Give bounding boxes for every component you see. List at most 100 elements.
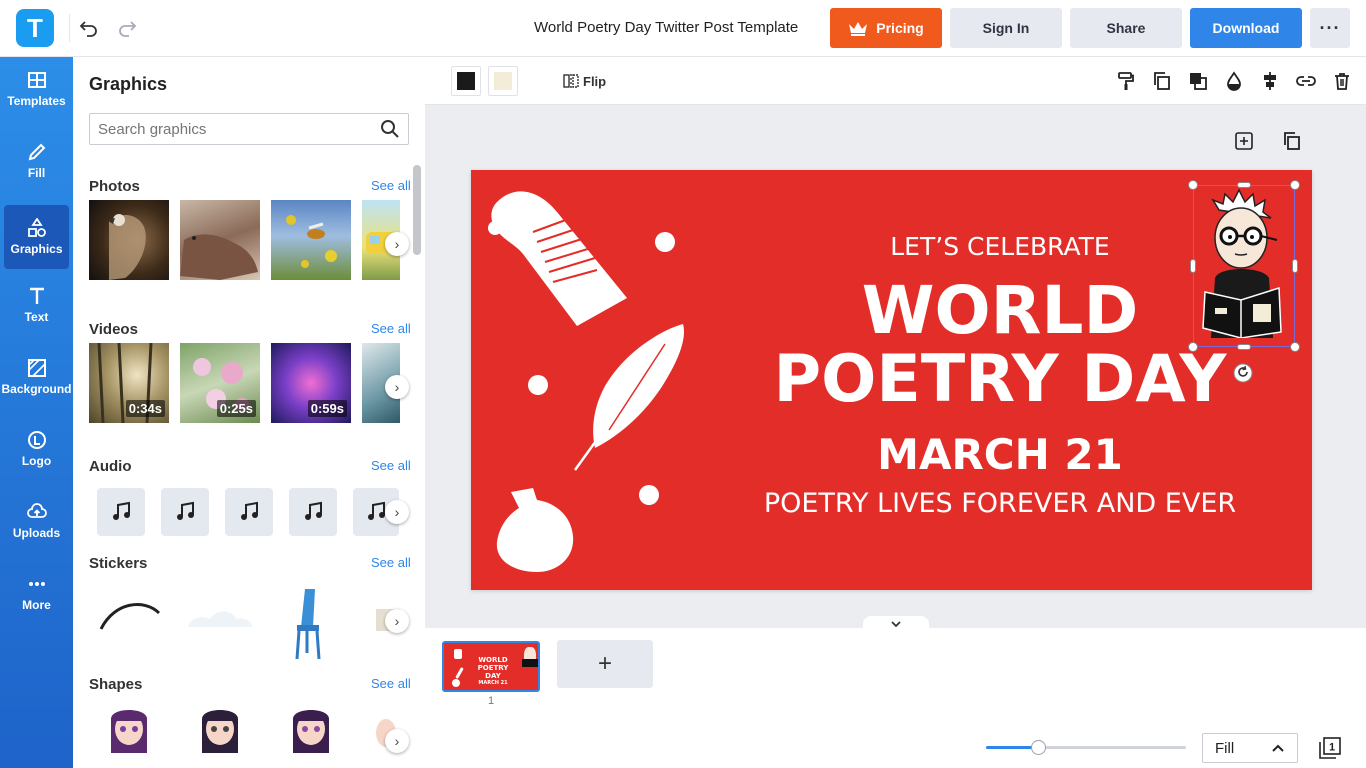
- video-duration: 0:34s: [125, 400, 165, 417]
- sticker-chair[interactable]: [271, 581, 351, 661]
- layer-order-icon[interactable]: [1188, 71, 1208, 91]
- align-icon[interactable]: [1260, 71, 1280, 91]
- trash-icon[interactable]: [1332, 71, 1352, 91]
- nav-label: Templates: [7, 94, 66, 108]
- photo-camel[interactable]: [180, 200, 260, 280]
- see-all-photos-link[interactable]: See all: [371, 178, 411, 193]
- shape-avatar-girl[interactable]: [180, 703, 260, 753]
- thumb-line: POETRY DAY: [477, 664, 509, 680]
- thumb-line: MARCH 21: [478, 680, 508, 686]
- more-options-button[interactable]: ···: [1310, 8, 1350, 48]
- flip-label: Flip: [583, 73, 607, 89]
- photo-bee-flowers[interactable]: [271, 200, 351, 280]
- panel-scrollbar[interactable]: [413, 165, 421, 255]
- nav-logo[interactable]: Logo: [4, 417, 69, 481]
- stickers-next-icon[interactable]: ›: [385, 609, 409, 633]
- audio-next-icon[interactable]: ›: [385, 500, 409, 524]
- nav-more[interactable]: More: [4, 561, 69, 625]
- chevron-up-icon: [1272, 744, 1284, 752]
- nav-uploads[interactable]: Uploads: [4, 489, 69, 553]
- paper-scroll-graphic[interactable]: [487, 188, 632, 328]
- collapse-pages-icon[interactable]: [863, 616, 929, 632]
- photo-vulture[interactable]: [89, 200, 169, 280]
- shape-avatar-girl[interactable]: [271, 703, 351, 753]
- search-input[interactable]: [98, 120, 368, 138]
- shapes-next-icon[interactable]: ›: [385, 729, 409, 753]
- nav-background[interactable]: Background: [1, 345, 72, 409]
- page-count-icon[interactable]: 1: [1319, 737, 1341, 759]
- video-ink-cloud[interactable]: 0:59s: [271, 343, 351, 423]
- canvas-text-poetry-day[interactable]: POETRY DAY: [770, 342, 1230, 417]
- flip-button[interactable]: Flip: [563, 73, 606, 89]
- color-swatch-black[interactable]: [451, 66, 481, 96]
- swatch-fill: [457, 72, 475, 90]
- resize-handle[interactable]: [1190, 259, 1196, 273]
- thumb-graphic: [522, 659, 538, 667]
- nav-templates[interactable]: Templates: [4, 57, 69, 121]
- ink-pot-graphic[interactable]: [493, 486, 575, 574]
- thumb-title: WORLD POETRY DAY MARCH 21: [472, 656, 514, 687]
- color-swatch-cream[interactable]: [488, 66, 518, 96]
- videos-next-icon[interactable]: ›: [385, 375, 409, 399]
- resize-handle[interactable]: [1290, 180, 1300, 190]
- nav-graphics[interactable]: Graphics: [4, 205, 69, 269]
- download-button[interactable]: Download: [1190, 8, 1302, 48]
- resize-handle[interactable]: [1188, 180, 1198, 190]
- nav-fill[interactable]: Fill: [4, 129, 69, 193]
- zoom-slider-knob[interactable]: [1031, 740, 1046, 755]
- duplicate-icon[interactable]: [1152, 71, 1172, 91]
- video-blossoms[interactable]: 0:25s: [180, 343, 260, 423]
- opacity-drop-icon[interactable]: [1224, 71, 1244, 91]
- shapes-icon: [27, 218, 46, 237]
- see-all-audio-link[interactable]: See all: [371, 458, 411, 473]
- sign-in-button[interactable]: Sign In: [950, 8, 1062, 48]
- undo-icon[interactable]: [76, 15, 102, 41]
- app-logo[interactable]: T: [16, 9, 54, 47]
- resize-handle[interactable]: [1292, 259, 1298, 273]
- link-icon[interactable]: [1296, 71, 1316, 91]
- duplicate-page-icon[interactable]: [1282, 131, 1302, 151]
- nav-text[interactable]: Text: [4, 273, 69, 337]
- see-all-videos-link[interactable]: See all: [371, 321, 411, 336]
- resize-handle[interactable]: [1237, 344, 1251, 350]
- resize-handle[interactable]: [1290, 342, 1300, 352]
- photos-next-icon[interactable]: ›: [385, 232, 409, 256]
- sticker-curve[interactable]: [89, 581, 169, 661]
- design-canvas[interactable]: LET’S CELEBRATE WORLD POETRY DAY MARCH 2…: [471, 170, 1312, 590]
- see-all-shapes-link[interactable]: See all: [371, 676, 411, 691]
- redo-icon[interactable]: [114, 15, 140, 41]
- canvas-text-tagline[interactable]: POETRY LIVES FOREVER AND EVER: [750, 488, 1250, 519]
- zoom-fit-select[interactable]: Fill: [1202, 733, 1298, 763]
- search-icon[interactable]: [380, 119, 400, 139]
- resize-handle[interactable]: [1237, 182, 1251, 188]
- logo-icon: [27, 431, 46, 449]
- audio-tile[interactable]: [161, 488, 209, 536]
- top-bar: T World Poetry Day Twitter Post Template…: [0, 0, 1366, 57]
- see-all-stickers-link[interactable]: See all: [371, 555, 411, 570]
- page-thumbnail[interactable]: WORLD POETRY DAY MARCH 21: [442, 641, 540, 692]
- resize-handle[interactable]: [1188, 342, 1198, 352]
- audio-tile[interactable]: [225, 488, 273, 536]
- sticker-cloud[interactable]: [180, 581, 260, 661]
- quill-feather-graphic[interactable]: [569, 320, 691, 472]
- selection-box[interactable]: [1193, 185, 1295, 347]
- canvas-text-world[interactable]: WORLD: [800, 272, 1200, 349]
- more-icon: [28, 582, 45, 586]
- paint-roller-icon[interactable]: [1116, 71, 1136, 91]
- share-button[interactable]: Share: [1070, 8, 1182, 48]
- add-page-icon[interactable]: [1234, 131, 1254, 151]
- page-count-text: 1: [1329, 742, 1335, 754]
- canvas-text-date[interactable]: MARCH 21: [800, 430, 1200, 479]
- templates-icon: [27, 72, 46, 88]
- video-forest[interactable]: 0:34s: [89, 343, 169, 423]
- nav-label: Background: [1, 382, 72, 396]
- editor-app: T World Poetry Day Twitter Post Template…: [0, 0, 1366, 768]
- rotate-icon[interactable]: [1233, 363, 1253, 383]
- add-page-button[interactable]: +: [557, 640, 653, 688]
- audio-tile[interactable]: [289, 488, 337, 536]
- shape-avatar-girl[interactable]: [89, 703, 169, 753]
- audio-tile[interactable]: [97, 488, 145, 536]
- pricing-button[interactable]: Pricing: [830, 8, 942, 48]
- canvas-text-celebrate[interactable]: LET’S CELEBRATE: [800, 232, 1200, 261]
- document-title[interactable]: World Poetry Day Twitter Post Template: [534, 19, 798, 36]
